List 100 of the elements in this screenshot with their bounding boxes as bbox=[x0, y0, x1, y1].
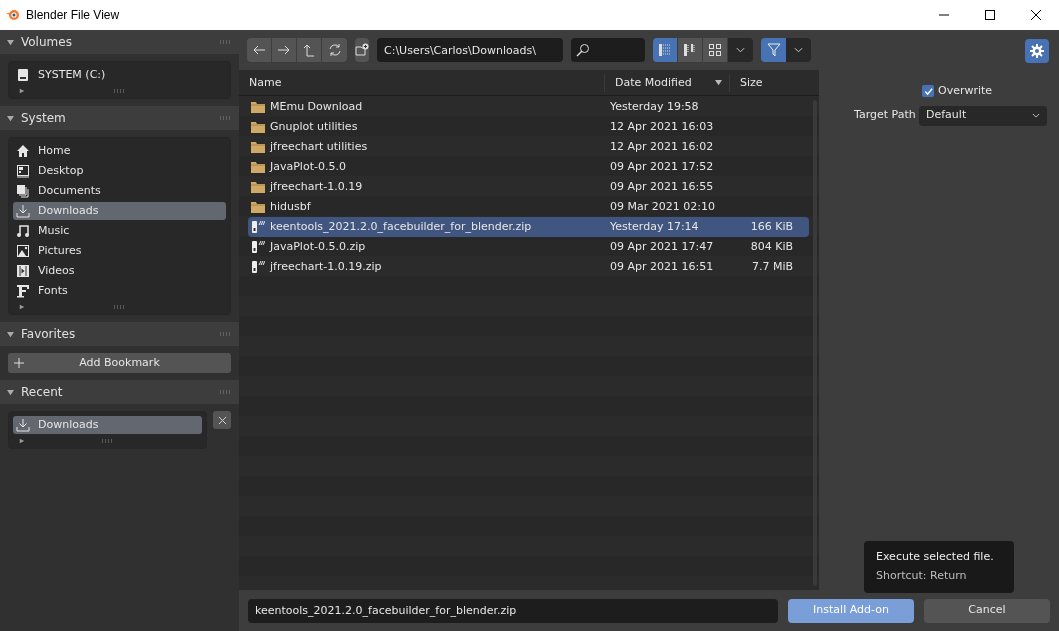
forward-arrow-button[interactable] bbox=[272, 38, 297, 62]
column-header[interactable]: Name bbox=[239, 73, 604, 92]
forward-arrow-icon bbox=[277, 43, 291, 57]
target-path-dropdown[interactable]: Default bbox=[919, 105, 1047, 126]
panel-header[interactable]: Favorites bbox=[0, 322, 239, 346]
folder-icon bbox=[251, 201, 265, 213]
file-name: jfreechart-1.0.19.zip bbox=[270, 258, 382, 275]
sidebar-item[interactable]: Home bbox=[13, 142, 226, 160]
zip-file-icon bbox=[251, 220, 265, 234]
tooltip-text: Shortcut: Return bbox=[876, 568, 968, 583]
clear-button[interactable] bbox=[213, 411, 231, 429]
sidebar-item[interactable]: Music bbox=[13, 222, 226, 240]
file-row[interactable]: jfreechart utilities 12 Apr 2021 16:02 bbox=[248, 137, 809, 157]
zip-file-icon bbox=[251, 260, 265, 274]
font-icon bbox=[16, 284, 30, 298]
up-arrow-button[interactable] bbox=[297, 38, 322, 62]
refresh-button[interactable] bbox=[322, 38, 347, 62]
sidebar-item[interactable]: Desktop bbox=[13, 162, 226, 180]
file-name: hidusbf bbox=[270, 198, 311, 215]
file-row[interactable]: hidusbf 09 Mar 2021 02:10 bbox=[248, 197, 809, 217]
sidebar-item[interactable]: SYSTEM (C:) bbox=[13, 66, 226, 84]
download-icon bbox=[16, 204, 30, 218]
file-date: 12 Apr 2021 16:02 bbox=[609, 138, 715, 155]
file-name: MEmu Download bbox=[270, 98, 363, 115]
download-icon bbox=[16, 418, 30, 432]
file-date: Yesterday 17:14 bbox=[609, 218, 700, 235]
music-note-icon bbox=[16, 224, 30, 238]
new-folder-button[interactable] bbox=[355, 38, 369, 62]
expand-triangle-icon[interactable] bbox=[19, 88, 25, 94]
file-row[interactable]: jfreechart-1.0.19.zip 09 Apr 2021 16:51 7.7 MiB bbox=[248, 257, 809, 277]
folder-icon bbox=[251, 121, 265, 133]
sidebar-item-label: Music bbox=[38, 222, 70, 239]
overwrite-label: Overwrite bbox=[938, 83, 993, 99]
expand-triangle-icon[interactable] bbox=[19, 438, 25, 444]
filter-icon bbox=[766, 43, 781, 57]
display-mode-button[interactable] bbox=[653, 38, 678, 62]
file-name: jfreechart-1.0.19 bbox=[270, 178, 363, 195]
selected-file-row[interactable]: keentools_2021.2.0_facebuilder_for_blender.zip Yesterday 17:14 166 KiB bbox=[248, 217, 809, 237]
window-title: Blender File View bbox=[26, 7, 120, 24]
panel-header[interactable]: System bbox=[0, 106, 239, 130]
sort-descending-icon[interactable] bbox=[715, 79, 722, 86]
sidebar-item-label: Videos bbox=[38, 262, 75, 279]
sidebar-item[interactable]: Downloads bbox=[13, 202, 226, 220]
chevron-down-icon bbox=[794, 47, 803, 53]
sidebar-item-label: Downloads bbox=[38, 416, 99, 433]
file-size: 7.7 MiB bbox=[750, 258, 794, 275]
file-name: JavaPlot-0.5.0.zip bbox=[270, 238, 366, 255]
horizontal-list-icon bbox=[683, 43, 697, 57]
close-icon[interactable] bbox=[1031, 10, 1041, 20]
file-row[interactable]: jfreechart-1.0.19 09 Apr 2021 16:55 bbox=[248, 177, 809, 197]
drag-handle-icon[interactable] bbox=[220, 40, 232, 44]
folder-icon bbox=[251, 101, 265, 113]
home-icon bbox=[16, 144, 30, 158]
file-row[interactable]: JavaPlot-0.5.0.zip 09 Apr 2021 17:47 804 KiB bbox=[248, 237, 809, 257]
panel-header[interactable]: Volumes bbox=[0, 30, 239, 54]
file-size: 166 KiB bbox=[749, 218, 794, 235]
collapse-triangle-icon[interactable] bbox=[7, 38, 14, 46]
sidebar-item-label: Fonts bbox=[38, 282, 68, 299]
file-date: 09 Apr 2021 16:55 bbox=[609, 178, 715, 195]
back-arrow-button[interactable] bbox=[247, 38, 272, 62]
overwrite-checkbox[interactable] bbox=[922, 85, 934, 98]
filename-field[interactable]: keentools_2021.2.0_facebuilder_for_blender.zip bbox=[248, 598, 778, 623]
file-name: Gnuplot utilities bbox=[270, 118, 358, 135]
collapse-triangle-icon[interactable] bbox=[7, 388, 14, 396]
file-name: jfreechart utilities bbox=[270, 138, 368, 155]
folder-plus-icon bbox=[355, 43, 369, 57]
filter-toggle[interactable] bbox=[761, 38, 786, 62]
drag-handle-icon[interactable] bbox=[220, 116, 232, 120]
display-mode-button[interactable] bbox=[703, 38, 728, 62]
sidebar-item-label: Documents bbox=[38, 182, 101, 199]
display-mode-button[interactable] bbox=[678, 38, 703, 62]
add-bookmark-button[interactable]: Add Bookmark bbox=[8, 353, 231, 373]
search-field[interactable] bbox=[571, 38, 645, 62]
blender-logo-icon bbox=[6, 9, 20, 21]
sidebar-item[interactable]: Pictures bbox=[13, 242, 226, 260]
path-field[interactable]: C:\Users\Carlos\Downloads\ bbox=[377, 38, 564, 62]
maximize-icon[interactable] bbox=[985, 10, 995, 20]
expand-triangle-icon[interactable] bbox=[19, 304, 25, 310]
collapse-triangle-icon[interactable] bbox=[7, 114, 14, 122]
refresh-icon bbox=[327, 43, 342, 57]
sidebar-item[interactable]: Documents bbox=[13, 182, 226, 200]
search-icon bbox=[576, 43, 591, 57]
file-row[interactable]: Gnuplot utilities 12 Apr 2021 16:03 bbox=[248, 117, 809, 137]
file-row[interactable]: JavaPlot-0.5.0 09 Apr 2021 17:52 bbox=[248, 157, 809, 177]
collapse-triangle-icon[interactable] bbox=[7, 330, 14, 338]
column-header[interactable]: Date Modified bbox=[615, 73, 715, 92]
cancel-button[interactable]: Cancel bbox=[924, 598, 1050, 623]
desktop-icon bbox=[16, 164, 30, 178]
file-row[interactable]: MEmu Download Yesterday 19:58 bbox=[248, 97, 809, 117]
sidebar-item-label: Pictures bbox=[38, 242, 82, 259]
sidebar-item[interactable]: Videos bbox=[13, 262, 226, 280]
settings-button[interactable] bbox=[1025, 39, 1049, 63]
panel-title: Favorites bbox=[21, 326, 76, 343]
file-size: 804 KiB bbox=[749, 238, 794, 255]
sidebar-item[interactable]: Downloads bbox=[13, 416, 202, 434]
panel-header[interactable]: Recent bbox=[0, 380, 239, 404]
drag-handle-icon[interactable] bbox=[220, 332, 232, 336]
drag-handle-icon[interactable] bbox=[220, 390, 232, 394]
sidebar-item[interactable]: Fonts bbox=[13, 282, 226, 300]
file-date: 09 Apr 2021 17:47 bbox=[609, 238, 715, 255]
